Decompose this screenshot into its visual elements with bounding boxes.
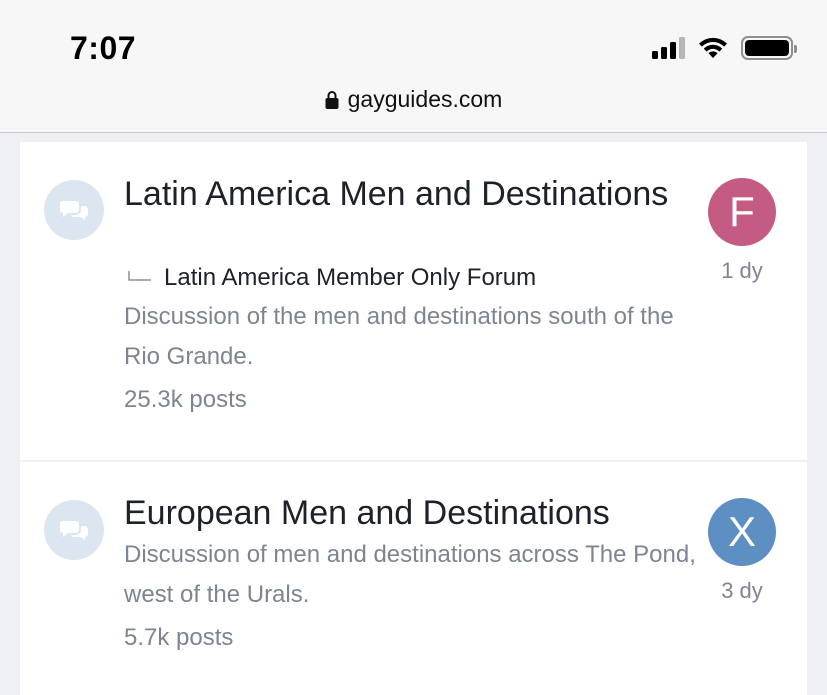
browser-chrome: 7:07 gayguides.com <box>0 0 827 133</box>
subforum-branch-icon <box>128 271 151 281</box>
forum-post-count: 25.3k posts <box>124 386 247 413</box>
last-activity-time[interactable]: 1 dy <box>702 258 782 284</box>
forum-node-icon <box>44 500 104 560</box>
forum-node-card: Latin America Men and Destinations Latin… <box>20 142 807 460</box>
forum-node-card: European Men and Destinations Discussion… <box>20 462 807 695</box>
comments-icon <box>60 201 88 220</box>
last-poster-avatar[interactable]: F <box>708 178 776 246</box>
last-activity-time[interactable]: 3 dy <box>702 578 782 604</box>
subforum-link[interactable]: Latin America Member Only Forum <box>128 264 536 292</box>
last-poster-avatar[interactable]: X <box>708 498 776 566</box>
forum-description: Discussion of the men and destinations s… <box>124 303 674 370</box>
subforum-label: Latin America Member Only Forum <box>164 264 537 291</box>
battery-icon <box>741 36 797 60</box>
url-text: gayguides.com <box>347 86 503 112</box>
status-icons <box>652 36 797 60</box>
forum-title-link[interactable]: European Men and Destinations <box>124 492 684 535</box>
avatar-letter: F <box>729 188 755 235</box>
forum-post-count: 5.7k posts <box>124 624 234 651</box>
lock-icon <box>325 90 339 109</box>
avatar-letter: X <box>727 508 756 555</box>
forum-title-link[interactable]: Latin America Men and Destinations <box>124 173 684 216</box>
comments-icon <box>60 521 88 540</box>
status-time: 7:07 <box>70 30 137 66</box>
forum-description: Discussion of men and destinations acros… <box>124 541 696 608</box>
cellular-signal-icon <box>652 37 685 59</box>
address-bar[interactable]: gayguides.com <box>0 86 827 113</box>
wifi-icon <box>699 37 727 58</box>
forum-node-icon <box>44 180 104 240</box>
forum-list: Latin America Men and Destinations Latin… <box>0 134 827 695</box>
